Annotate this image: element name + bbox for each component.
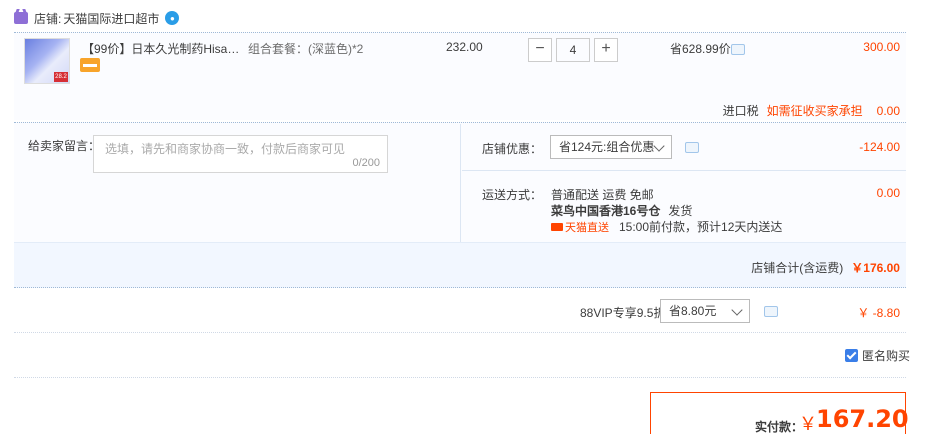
shop-promo-selected: 省124元:组合优惠	[559, 140, 655, 154]
checkbox-checked-icon[interactable]	[845, 349, 858, 362]
import-tax-link[interactable]: 如需征收买家承担	[767, 104, 863, 118]
item-discount-text: 省628.99价	[670, 42, 731, 56]
thumbnail-price-badge: 28.2	[54, 72, 68, 82]
shipping-method: 普通配送 运费 免邮	[551, 188, 654, 202]
divider	[460, 124, 461, 242]
divider	[14, 377, 906, 378]
shop-promo-label: 店铺优惠：	[482, 142, 543, 156]
promo-tip-icon[interactable]	[685, 142, 699, 153]
seller-message-placeholder: 选填，请先和商家协商一致，付款后商家可见	[105, 142, 346, 156]
item-subtotal: 300.00	[863, 40, 900, 54]
wangwang-chat-icon[interactable]: ●	[165, 11, 180, 25]
vip-tip-icon[interactable]	[764, 306, 778, 317]
product-sku: 组合套餐：(深蓝色)*2	[248, 42, 364, 56]
shipping-warehouse: 菜鸟中国香港16号仓	[551, 204, 661, 218]
payment-label: 实付款：	[755, 420, 804, 434]
anonymous-purchase-label: 匿名购买	[862, 349, 911, 363]
shipping-eta-row: 天猫直送 15:00前付款，预计12天内送达	[551, 218, 782, 235]
divider	[462, 170, 906, 171]
import-tax-row: 进口税 如需征收买家承担 0.00	[14, 102, 900, 119]
vip-discount-label: 88VIP专享9.5折	[580, 306, 666, 320]
shop-name-link[interactable]: 天猫国际进口超市	[63, 10, 159, 27]
shop-total-value: ￥176.00	[851, 261, 900, 275]
import-tax-value: 0.00	[876, 104, 900, 118]
vip-discount-value: ￥ -8.80	[857, 306, 900, 320]
unit-price: 232.00	[446, 40, 483, 54]
payment-amount: 167.20	[816, 405, 909, 433]
shop-promo-value: -124.00	[859, 140, 900, 154]
shop-total-label: 店铺合计(含运费)	[751, 261, 844, 275]
shipping-label: 运送方式：	[482, 188, 543, 202]
shop-header: 店铺: 天猫国际进口超市 ●	[14, 8, 180, 28]
seller-message-label: 给卖家留言：	[28, 139, 101, 153]
tmall-direct-badge: 天猫直送	[551, 219, 609, 235]
vip-discount-select[interactable]: 省8.80元	[660, 299, 750, 323]
seller-message-counter: 0/200	[352, 157, 380, 169]
import-tax-label: 进口税	[722, 104, 759, 118]
credit-card-icon	[80, 58, 100, 72]
product-title-link[interactable]: 【99价】日本久光制药Hisamitsu贴	[82, 40, 242, 57]
quantity-input[interactable]: 4	[556, 38, 590, 62]
shipping-fee: 0.00	[876, 186, 900, 200]
vip-discount-selected: 省8.80元	[669, 304, 717, 318]
shipping-warehouse-row: 菜鸟中国香港16号仓 发货	[551, 202, 692, 219]
anonymous-purchase-checkbox[interactable]: 匿名购买	[845, 347, 910, 364]
tmall-cat-icon	[14, 12, 28, 24]
shop-total-row: 店铺合计(含运费) ￥176.00	[700, 259, 900, 276]
divider	[14, 332, 906, 333]
quantity-increase-button[interactable]: +	[594, 38, 618, 62]
shop-promo-select[interactable]: 省124元:组合优惠	[550, 135, 672, 159]
quantity-stepper: − 4 +	[528, 38, 618, 62]
quantity-decrease-button[interactable]: −	[528, 38, 552, 62]
shipping-eta: 15:00前付款，预计12天内送达	[619, 220, 783, 234]
chevron-down-icon	[653, 140, 665, 152]
discount-tip-icon[interactable]	[731, 44, 745, 55]
tmall-direct-label: 天猫直送	[565, 221, 609, 234]
shop-label: 店铺:	[34, 11, 62, 26]
shipping-dispatch: 发货	[668, 204, 693, 218]
payment-currency: ￥	[799, 414, 817, 434]
tmall-cat-icon	[551, 222, 563, 231]
chevron-down-icon	[731, 304, 743, 316]
